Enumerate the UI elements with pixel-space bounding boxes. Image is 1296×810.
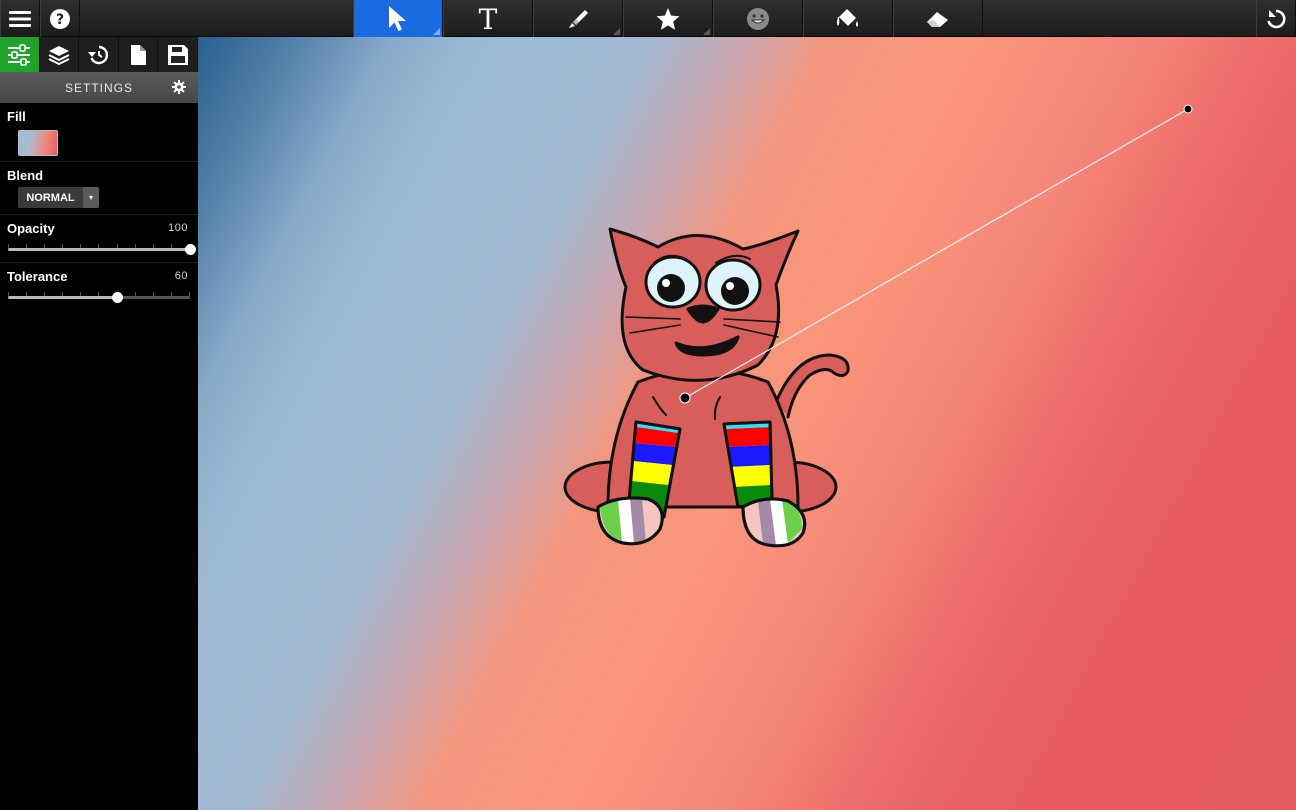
- tolerance-slider-knob[interactable]: [112, 292, 123, 303]
- help-button[interactable]: ?: [40, 0, 80, 37]
- tolerance-value: 60: [174, 270, 188, 282]
- panel-tabs: [0, 37, 198, 72]
- blend-setting: Blend NORMAL ▾: [0, 162, 198, 215]
- cursor-arrow-icon: [389, 5, 406, 31]
- tool-select-button[interactable]: [353, 0, 443, 37]
- tolerance-label: Tolerance: [7, 269, 68, 284]
- opacity-slider[interactable]: [7, 240, 196, 258]
- tab-save[interactable]: [158, 37, 198, 72]
- opacity-slider-knob[interactable]: [185, 244, 196, 255]
- sliders-icon: [8, 43, 31, 66]
- document-icon: [131, 44, 147, 65]
- menu-button[interactable]: [0, 0, 40, 37]
- layers-icon: [48, 45, 70, 65]
- floppy-disk-icon: [167, 44, 188, 65]
- history-icon: [88, 45, 109, 64]
- tolerance-setting: Tolerance 60: [0, 263, 198, 311]
- tab-document[interactable]: [119, 37, 159, 72]
- tab-settings[interactable]: [0, 37, 40, 72]
- fill-swatch[interactable]: [18, 130, 58, 156]
- eraser-icon: [927, 11, 948, 27]
- tool-fill-button[interactable]: [803, 0, 893, 37]
- top-toolbar: ? T: [0, 0, 1296, 37]
- tool-shapes-button[interactable]: [623, 0, 713, 37]
- text-T-icon: T: [479, 6, 498, 32]
- brush-icon: [569, 9, 588, 28]
- fill-label: Fill: [7, 109, 26, 124]
- opacity-label: Opacity: [7, 221, 55, 236]
- svg-text:?: ?: [56, 12, 64, 28]
- paint-bucket-icon: [837, 8, 858, 27]
- opacity-setting: Opacity 100: [0, 215, 198, 263]
- help-circle-icon: ?: [50, 8, 70, 29]
- gradient-start-point[interactable]: [679, 392, 691, 404]
- fill-setting: Fill: [0, 103, 198, 162]
- tab-layers[interactable]: [40, 37, 80, 72]
- undo-icon: [1267, 9, 1286, 28]
- blend-label: Blend: [7, 168, 44, 183]
- settings-header: SETTINGS: [0, 72, 198, 103]
- gradient-end-point[interactable]: [1183, 104, 1193, 114]
- svg-text:T: T: [479, 6, 498, 32]
- blend-select[interactable]: NORMAL ▾: [18, 187, 99, 208]
- gear-icon[interactable]: [172, 80, 186, 94]
- canvas-artwork: [563, 104, 1193, 548]
- tool-brush-button[interactable]: [533, 0, 623, 37]
- tool-eraser-button[interactable]: [893, 0, 983, 37]
- drawing-canvas[interactable]: [198, 37, 1296, 810]
- settings-panel: SETTINGS Fill Blend NORMAL ▾ Opacity 100: [0, 37, 198, 810]
- tool-text-button[interactable]: T: [443, 0, 533, 37]
- opacity-value: 100: [168, 222, 188, 234]
- undo-button[interactable]: [1256, 0, 1296, 37]
- blend-value: NORMAL: [18, 187, 83, 208]
- tool-stickers-button[interactable]: [713, 0, 803, 37]
- tab-history[interactable]: [79, 37, 119, 72]
- tolerance-slider[interactable]: [7, 288, 191, 306]
- cat-drawing[interactable]: [563, 227, 850, 548]
- star-icon: [656, 7, 680, 30]
- settings-title: SETTINGS: [64, 80, 133, 95]
- hamburger-menu-icon: [9, 10, 31, 27]
- chevron-down-icon: ▾: [83, 187, 99, 208]
- smiley-face-icon: [747, 7, 769, 30]
